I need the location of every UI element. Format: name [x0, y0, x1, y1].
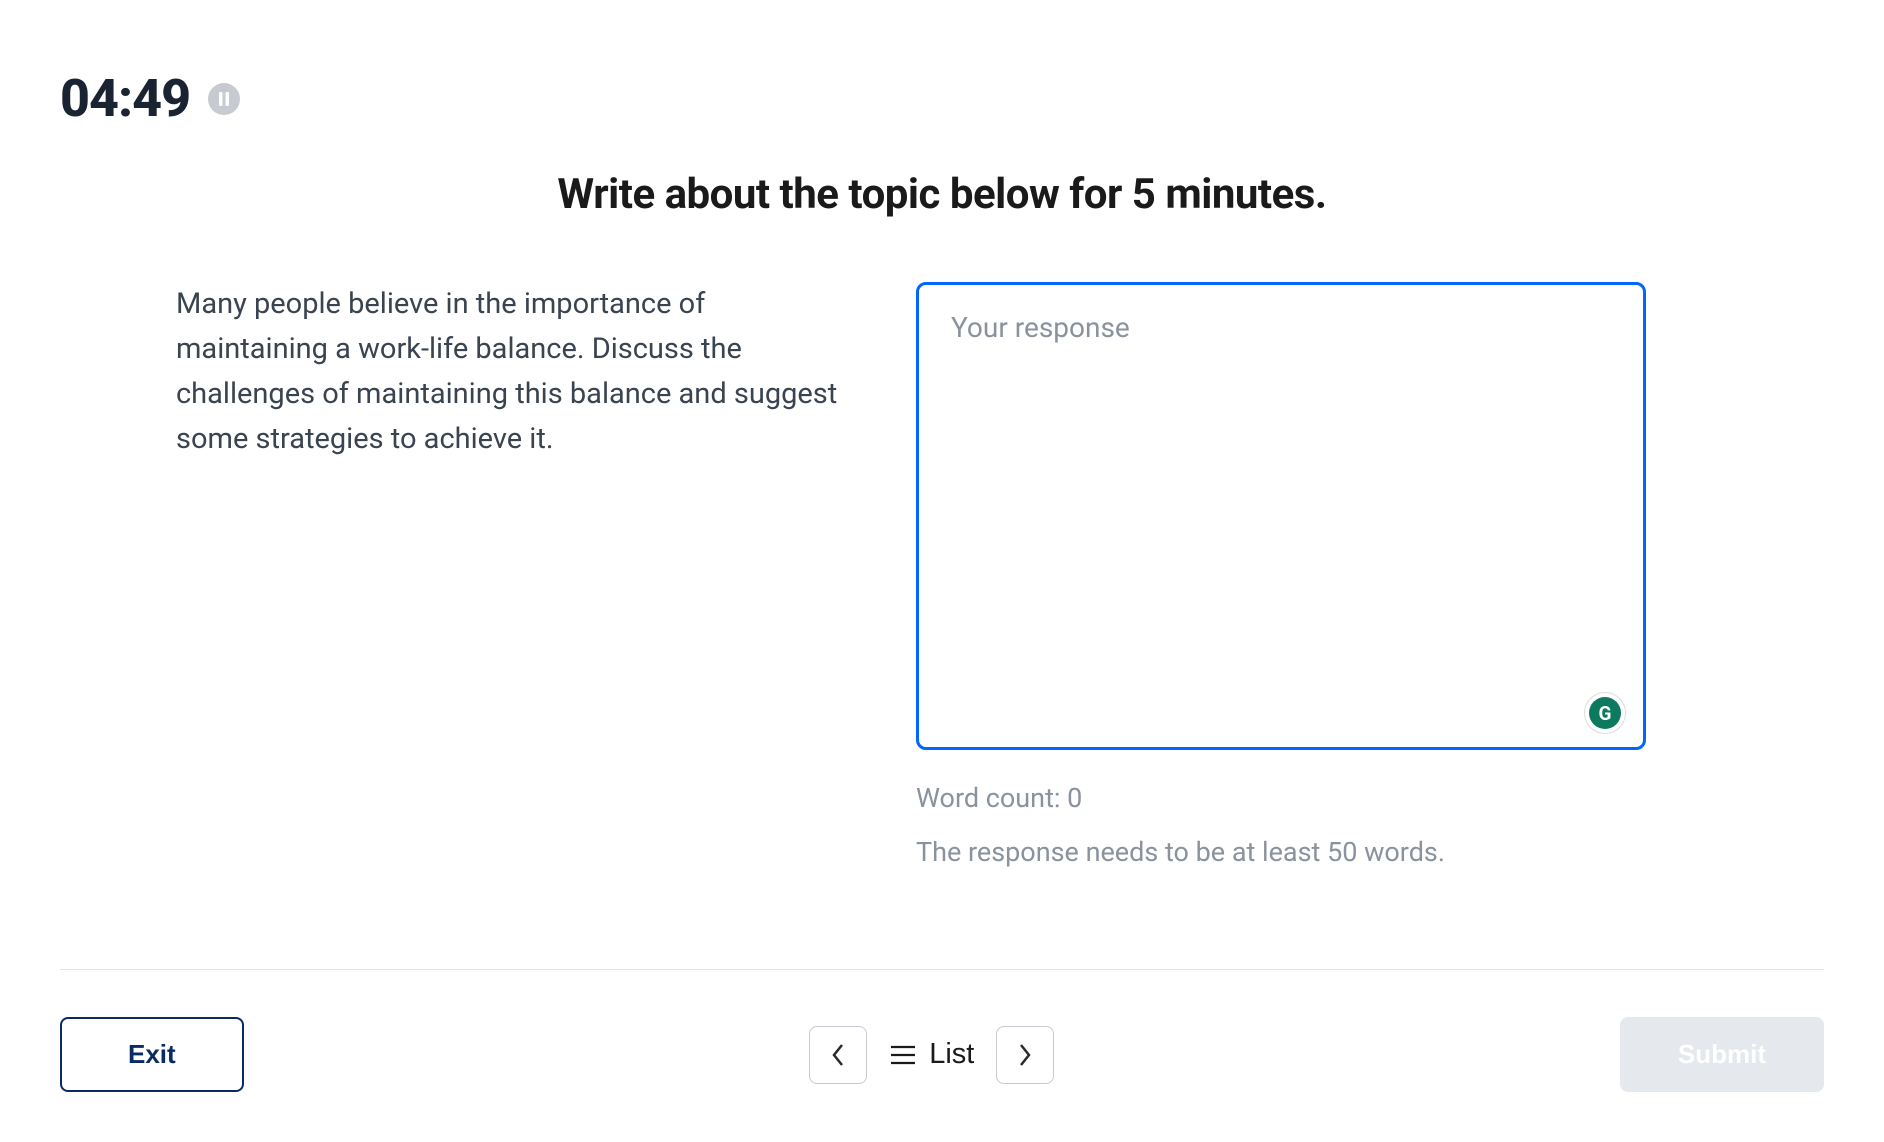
prev-button[interactable] — [809, 1026, 867, 1084]
footer-divider — [60, 969, 1824, 970]
prompt-text: Many people believe in the importance of… — [176, 282, 856, 868]
grammarly-badge[interactable]: G — [1584, 692, 1626, 734]
instruction-heading: Write about the topic below for 5 minute… — [0, 170, 1884, 219]
response-textarea[interactable] — [916, 282, 1646, 750]
next-button[interactable] — [996, 1026, 1054, 1084]
list-icon — [889, 1044, 917, 1066]
grammarly-icon: G — [1589, 697, 1621, 729]
list-button-label: List — [929, 1038, 974, 1071]
word-count-label: Word count: 0 — [916, 782, 1646, 814]
pause-button[interactable] — [208, 83, 240, 115]
submit-button[interactable]: Submit — [1620, 1017, 1824, 1092]
chevron-left-icon — [829, 1041, 847, 1069]
min-words-message: The response needs to be at least 50 wor… — [916, 836, 1646, 868]
list-button[interactable]: List — [889, 1038, 974, 1071]
chevron-right-icon — [1016, 1041, 1034, 1069]
exit-button[interactable]: Exit — [60, 1017, 244, 1092]
timer-display: 04:49 — [60, 68, 190, 129]
pause-icon — [218, 92, 230, 106]
